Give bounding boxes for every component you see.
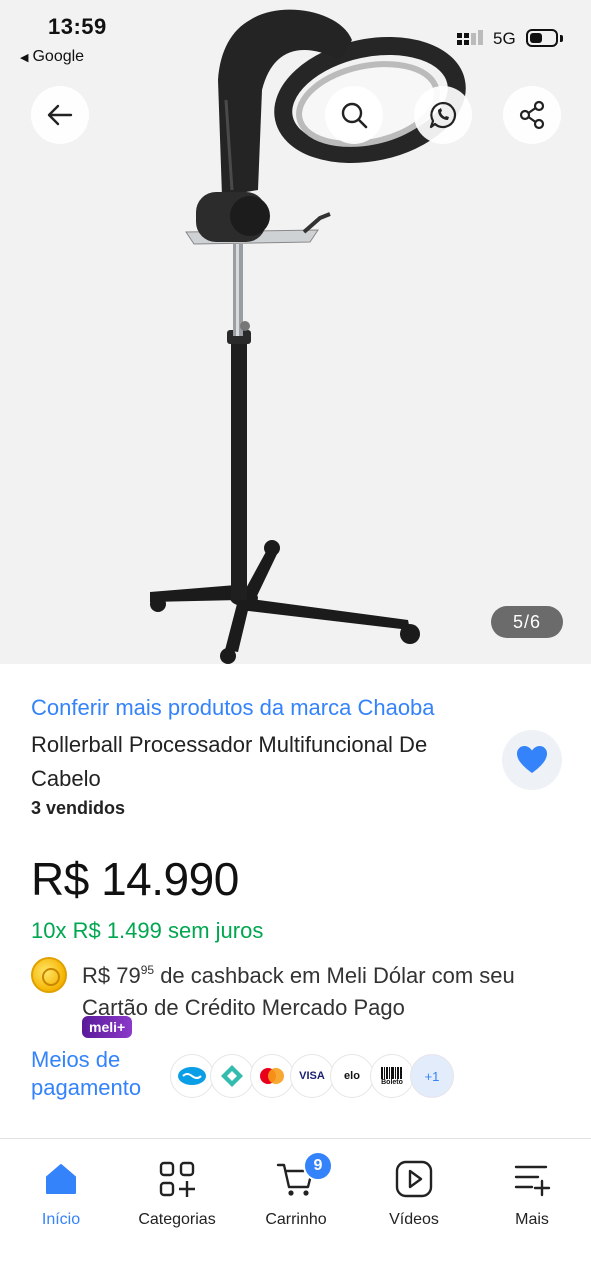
- nav-item-videos[interactable]: Vídeos: [355, 1159, 473, 1229]
- brand-products-link[interactable]: Conferir mais produtos da marca Chaoba: [31, 695, 435, 721]
- mercado-pago-icon: [170, 1054, 214, 1098]
- share-icon: [519, 100, 545, 130]
- mastercard-icon: [250, 1054, 294, 1098]
- search-button[interactable]: [325, 86, 383, 144]
- status-bar: 13:59 ◀ Google 5G: [0, 0, 591, 72]
- favorite-button[interactable]: [502, 730, 562, 790]
- cashback-info: R$ 7995 de cashback em Meli Dólar com se…: [82, 954, 562, 1024]
- signal-icon: [457, 30, 483, 45]
- back-to-app-link[interactable]: ◀ Google: [20, 48, 84, 66]
- image-counter: 5/6: [491, 606, 563, 638]
- cashback-cents: 95: [140, 963, 155, 977]
- nav-label-home: Início: [41, 1211, 81, 1228]
- sold-count: 3 vendidos: [31, 798, 126, 818]
- nav-label-categories: Categorias: [138, 1211, 216, 1228]
- nav-item-more[interactable]: Mais: [473, 1159, 591, 1229]
- network-type: 5G: [493, 29, 516, 48]
- product-price: R$ 14.990: [31, 853, 239, 905]
- status-time: 13:59: [48, 14, 107, 39]
- share-button[interactable]: [503, 86, 561, 144]
- elo-label: elo: [344, 1070, 360, 1082]
- payment-methods-label: Meios de pagamento: [31, 1047, 142, 1100]
- payment-methods-list[interactable]: VISA elo Boleto +1: [170, 1054, 454, 1098]
- battery-icon: [526, 29, 558, 47]
- back-arrow-icon: [47, 104, 73, 126]
- video-icon: [395, 1160, 433, 1198]
- nav-label-cart: Carrinho: [265, 1211, 327, 1228]
- cashback-amount: R$ 79: [82, 963, 141, 988]
- home-icon: [46, 1164, 76, 1194]
- more-menu-icon: [514, 1165, 551, 1197]
- meli-dollar-coin-icon: [31, 957, 67, 993]
- payment-methods-link[interactable]: Meios de pagamento: [31, 1046, 171, 1102]
- installments-info: 10x R$ 1.499 sem juros: [31, 918, 264, 943]
- boleto-label: Boleto: [381, 1078, 403, 1086]
- visa-label: VISA: [299, 1070, 325, 1082]
- nav-label-videos: Vídeos: [389, 1211, 439, 1228]
- nav-label-more: Mais: [515, 1211, 549, 1228]
- categories-icon: [159, 1161, 195, 1197]
- product-image-gallery[interactable]: [0, 0, 591, 664]
- product-image: [150, 9, 466, 664]
- product-title: Rollerball Processador Multifuncional De…: [31, 732, 428, 791]
- meli-plus-badge: meli+: [82, 1016, 133, 1038]
- search-icon: [341, 102, 368, 129]
- whatsapp-icon: [429, 101, 457, 129]
- whatsapp-share-button[interactable]: [414, 86, 472, 144]
- nav-item-home[interactable]: Início: [2, 1159, 120, 1229]
- pix-icon: [210, 1054, 254, 1098]
- battery-tip: [560, 35, 563, 42]
- back-app-label: Google: [32, 48, 85, 65]
- bottom-navigation: Início Categorias 9 Carrinho Vídeos Mais: [0, 1138, 591, 1280]
- nav-item-categories[interactable]: Categorias: [118, 1159, 236, 1229]
- more-payment-methods[interactable]: +1: [410, 1054, 454, 1098]
- back-button[interactable]: [31, 86, 89, 144]
- elo-icon: elo: [330, 1054, 374, 1098]
- heart-icon: [517, 746, 547, 773]
- nav-item-cart[interactable]: 9 Carrinho: [237, 1151, 355, 1229]
- cart-count-badge: 9: [303, 1151, 333, 1181]
- visa-icon: VISA: [290, 1054, 334, 1098]
- boleto-icon: Boleto: [370, 1054, 414, 1098]
- back-triangle-icon: ◀: [20, 52, 29, 64]
